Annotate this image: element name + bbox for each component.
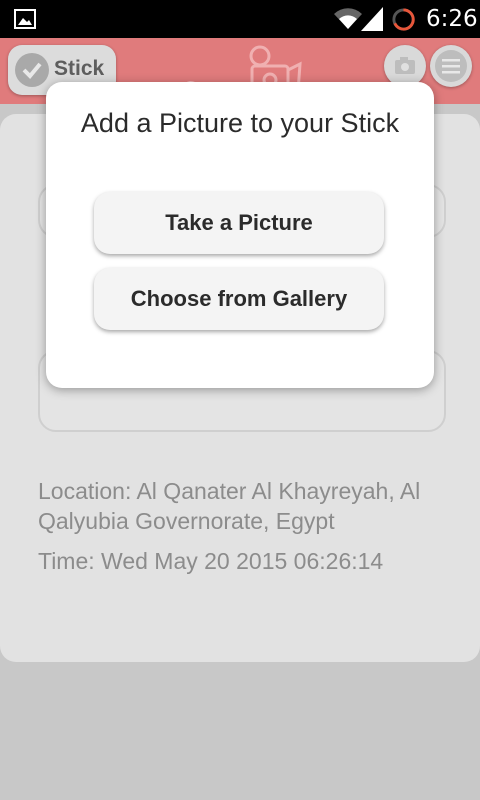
add-picture-dialog: Add a Picture to your Stick Take a Pictu…: [46, 82, 434, 388]
status-bar: 6:26: [0, 0, 480, 38]
menu-button[interactable]: [430, 45, 472, 87]
image-icon: [14, 9, 36, 29]
stick-button-label: Stick: [54, 57, 105, 80]
menu-icon: [435, 50, 467, 82]
dialog-title: Add a Picture to your Stick: [80, 108, 400, 138]
camera-icon: [395, 57, 415, 74]
loading-spinner-icon: [392, 8, 415, 31]
location-text: Location: Al Qanater Al Khayreyah, Al Qa…: [38, 478, 421, 534]
choose-gallery-button[interactable]: Choose from Gallery: [94, 268, 384, 330]
time-text: Time: Wed May 20 2015 06:26:14: [38, 548, 384, 574]
clock-time: 6:26: [426, 6, 478, 32]
check-icon: [15, 53, 49, 87]
wifi-icon: [334, 8, 362, 30]
signal-icon: [361, 7, 383, 31]
camera-button[interactable]: [384, 45, 426, 87]
take-picture-button[interactable]: Take a Picture: [94, 192, 384, 254]
